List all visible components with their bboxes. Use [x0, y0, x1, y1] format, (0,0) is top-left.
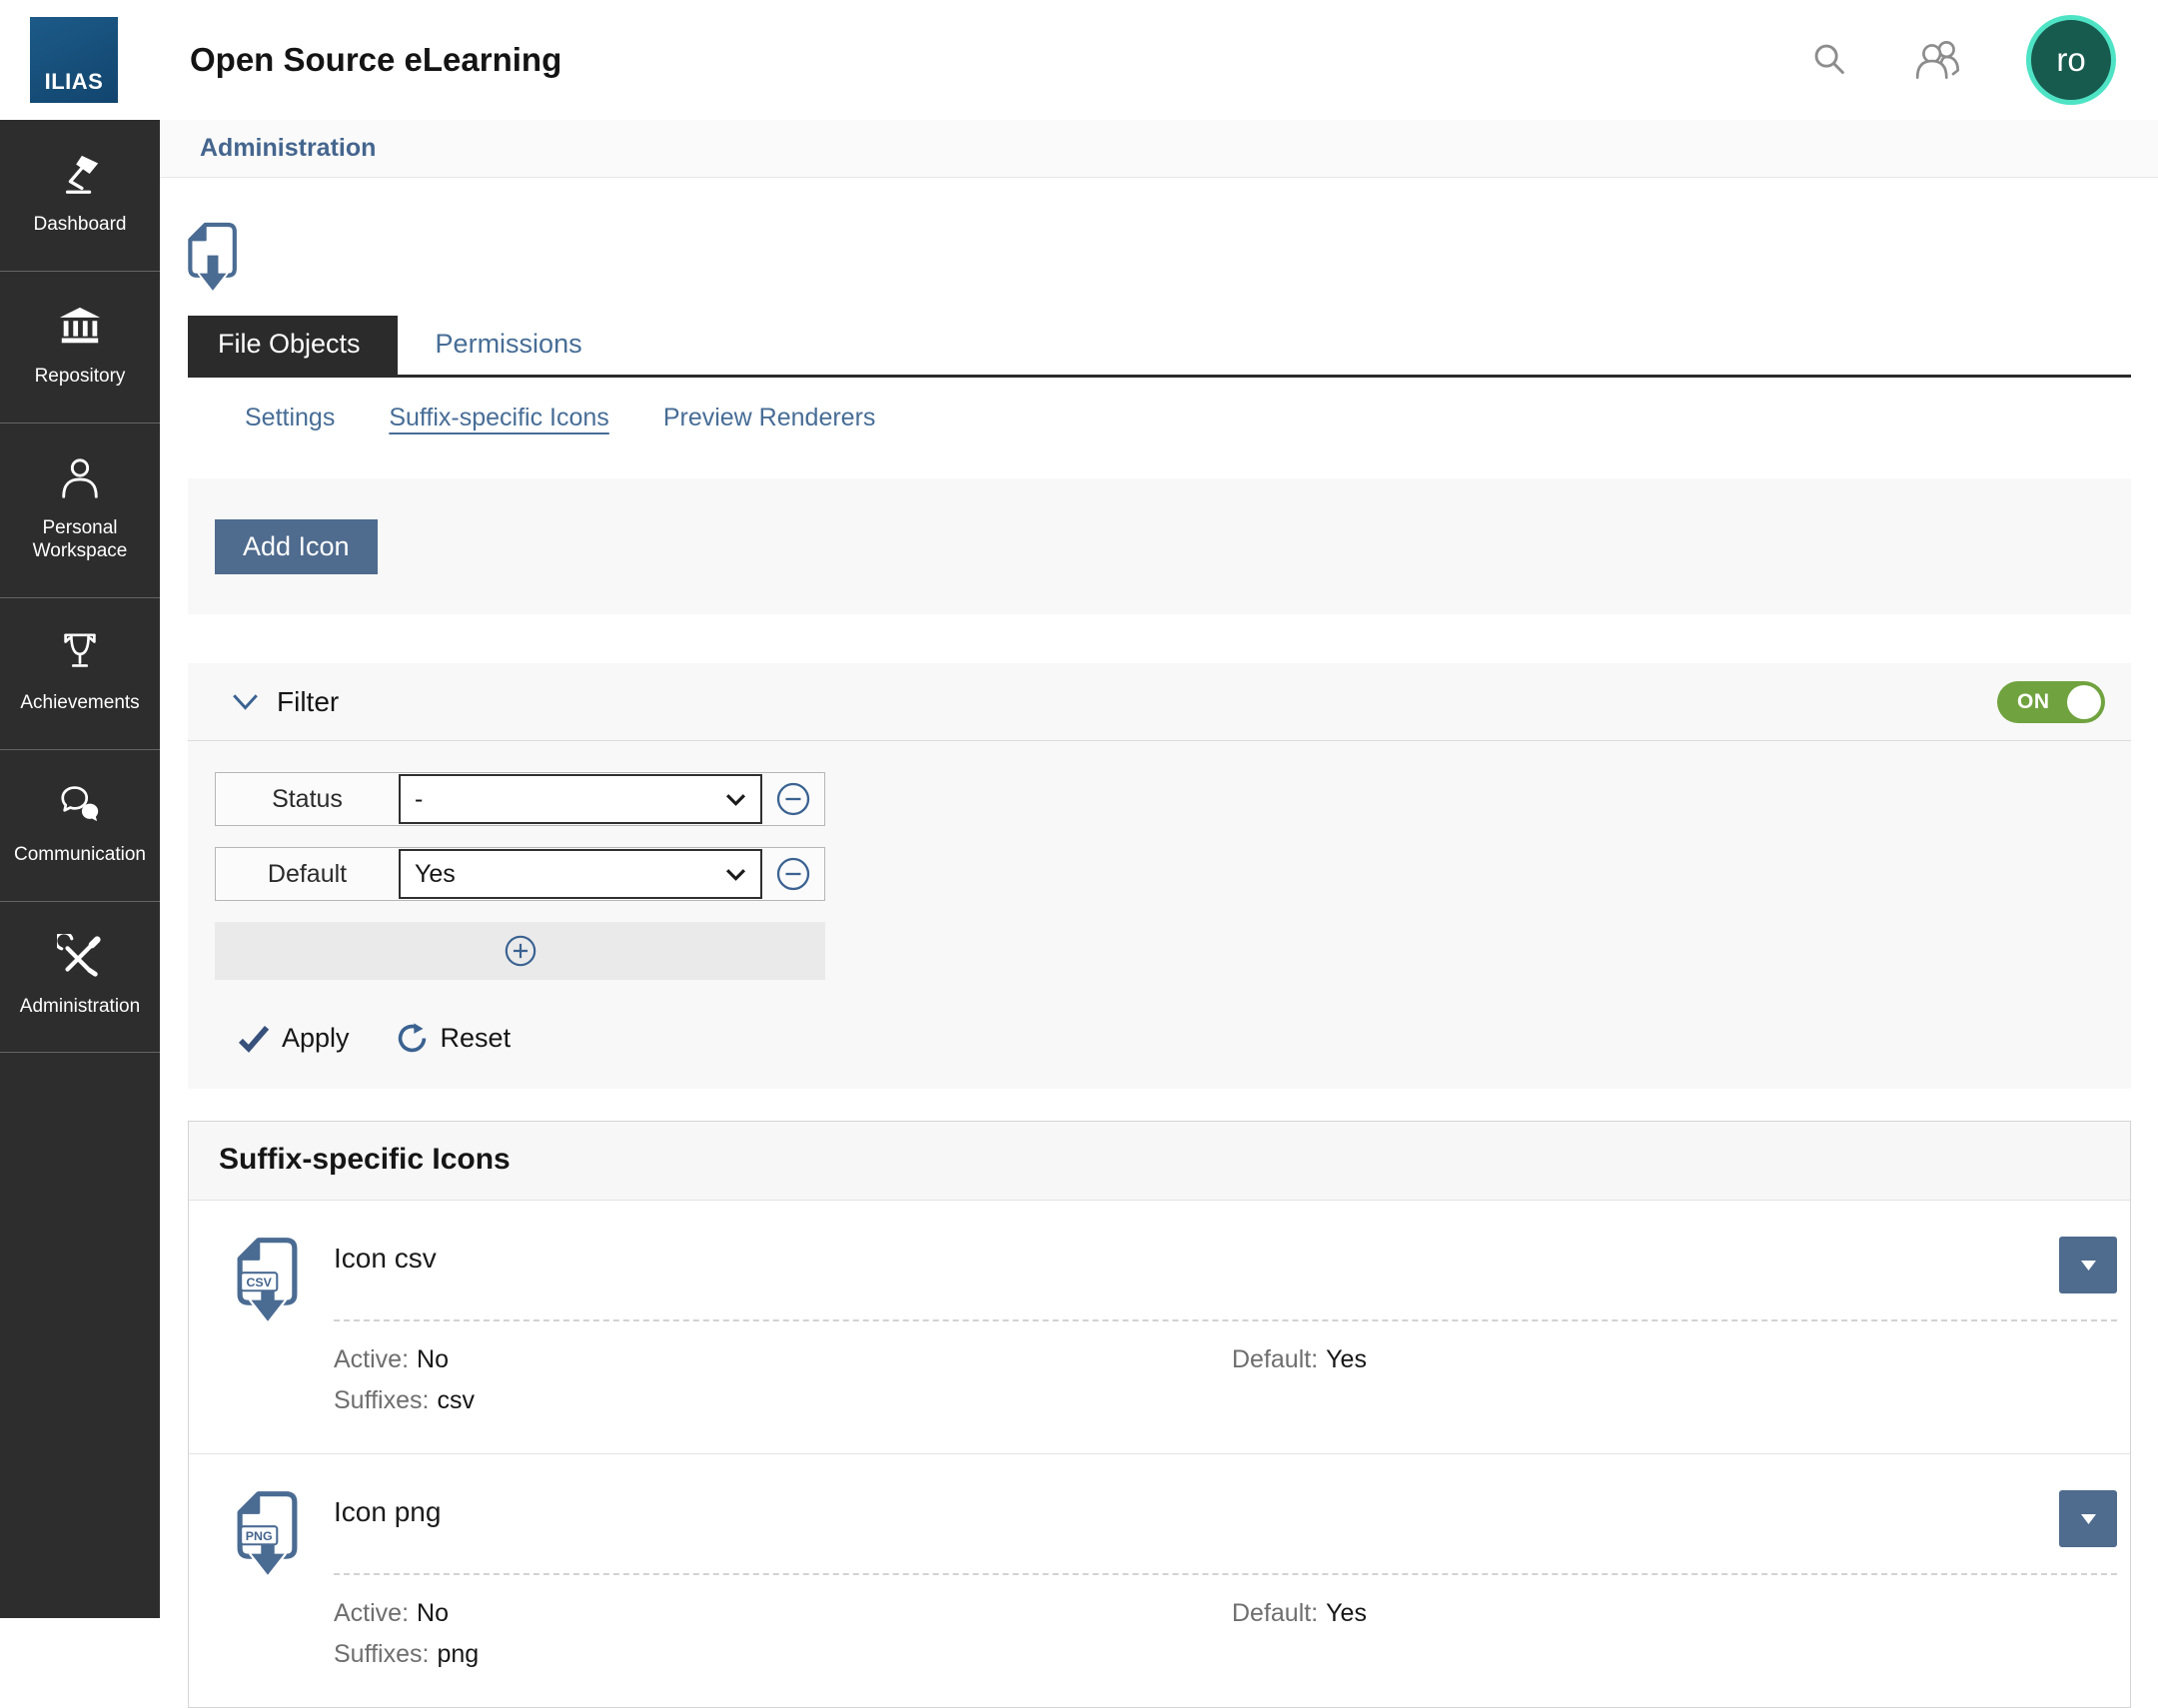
filter-label-status: Status: [216, 773, 399, 825]
tools-icon: [57, 934, 103, 980]
filter-toggle[interactable]: ON: [1997, 681, 2105, 723]
item-main: Icon csv Active:No Default:: [334, 1237, 2130, 1453]
top-header: ILIAS Open Source eLearning ro: [0, 0, 2158, 120]
who-is-online-icon[interactable]: [1912, 37, 1966, 83]
apply-button[interactable]: Apply: [238, 1023, 350, 1054]
filter-row-status: Status -: [215, 772, 825, 826]
sidebar-item-label: Personal Workspace: [6, 516, 154, 564]
sidebar-item-administration[interactable]: Administration: [0, 902, 160, 1054]
csv-file-icon: CSV: [236, 1237, 300, 1453]
check-icon: [238, 1025, 270, 1053]
trophy-icon: [57, 630, 103, 676]
sidebar-item-label: Achievements: [20, 691, 139, 715]
sidebar-item-repository[interactable]: Repository: [0, 272, 160, 424]
sidebar-item-label: Communication: [14, 843, 146, 867]
subtab-settings[interactable]: Settings: [245, 404, 335, 432]
reset-button[interactable]: Reset: [396, 1022, 512, 1055]
svg-text:PNG: PNG: [246, 1529, 273, 1543]
search-icon[interactable]: [1806, 37, 1852, 83]
filter-section: Filter ON Status -: [188, 663, 2131, 1089]
caret-down-icon: [2081, 1261, 2096, 1271]
default-select[interactable]: Yes: [399, 849, 762, 899]
property-active: Active:No: [334, 1599, 1232, 1628]
chevron-down-icon: [232, 693, 259, 711]
breadcrumb-link-administration[interactable]: Administration: [200, 134, 376, 163]
list-item-icon-csv: CSV Icon csv Ac: [189, 1201, 2130, 1453]
filter-label-default: Default: [216, 848, 399, 900]
svg-text:CSV: CSV: [246, 1276, 272, 1289]
png-file-icon: PNG: [236, 1490, 300, 1707]
header-actions: ro: [1806, 15, 2116, 105]
remove-default-filter-button[interactable]: [762, 848, 824, 900]
sidebar-item-dashboard[interactable]: Dashboard: [0, 120, 160, 272]
item-main: Icon png Active:No Default:: [334, 1490, 2130, 1707]
tab-permissions[interactable]: Permissions: [398, 316, 620, 375]
filter-body: Status - Default Yes: [188, 741, 2131, 1055]
divider: [334, 1573, 2117, 1575]
sidebar-item-communication[interactable]: Communication: [0, 750, 160, 902]
sidebar-item-label: Dashboard: [34, 213, 127, 237]
select-chevron-icon: [725, 793, 746, 806]
list-item-icon-png: PNG Icon png Ac: [189, 1453, 2130, 1707]
filter-actions: Apply Reset: [215, 1022, 2131, 1055]
divider: [334, 1319, 2117, 1321]
tab-file-objects[interactable]: File Objects: [188, 316, 398, 375]
chat-bubbles-icon: [57, 782, 103, 828]
status-select-value: -: [415, 785, 423, 814]
property-suffixes: Suffixes:png: [334, 1640, 1232, 1669]
filter-row-default: Default Yes: [215, 847, 825, 901]
item-properties: Active:No Default:Yes Suffixes:png: [334, 1599, 2130, 1669]
lamp-icon: [57, 152, 103, 198]
property-default: Default:Yes: [1232, 1599, 2130, 1628]
main-content: File Objects Permissions Settings Suffix…: [160, 222, 2158, 1708]
select-chevron-icon: [725, 868, 746, 881]
suffix-icons-panel: Suffix-specific Icons CSV Icon csv: [188, 1121, 2131, 1708]
file-object-icon: [187, 222, 2158, 296]
item-properties: Active:No Default:Yes Suffixes:csv: [334, 1345, 2130, 1415]
plus-circle-icon: [504, 934, 538, 968]
toolbar: Add Icon: [188, 478, 2131, 614]
sidebar-item-label: Administration: [20, 995, 140, 1019]
ilias-logo[interactable]: ILIAS: [30, 17, 118, 103]
item-actions-dropdown-button[interactable]: [2059, 1237, 2117, 1293]
sidebar-item-achievements[interactable]: Achievements: [0, 598, 160, 750]
item-title: Icon png: [334, 1490, 2059, 1528]
page-title: Open Source eLearning: [190, 41, 561, 79]
apply-label: Apply: [282, 1023, 350, 1054]
filter-title: Filter: [277, 686, 339, 718]
remove-status-filter-button[interactable]: [762, 773, 824, 825]
filter-header[interactable]: Filter ON: [188, 663, 2131, 741]
subtab-bar: Settings Suffix-specific Icons Preview R…: [188, 404, 2131, 432]
panel-header: Suffix-specific Icons: [189, 1122, 2130, 1201]
add-filter-button[interactable]: [215, 922, 825, 980]
property-suffixes: Suffixes:csv: [334, 1386, 1232, 1415]
bank-icon: [57, 304, 103, 350]
default-select-value: Yes: [415, 860, 456, 889]
avatar-initials: ro: [2056, 41, 2085, 79]
toggle-on-label: ON: [2017, 690, 2050, 714]
sidebar-item-personal-workspace[interactable]: Personal Workspace: [0, 424, 160, 599]
subtab-preview-renderers[interactable]: Preview Renderers: [663, 404, 876, 432]
tab-bar: File Objects Permissions: [188, 316, 2131, 378]
caret-down-icon: [2081, 1514, 2096, 1524]
add-icon-button[interactable]: Add Icon: [215, 519, 378, 574]
property-default: Default:Yes: [1232, 1345, 2130, 1374]
property-active: Active:No: [334, 1345, 1232, 1374]
main-sidebar: Dashboard Repository Personal Workspace: [0, 120, 160, 1618]
item-actions-dropdown-button[interactable]: [2059, 1490, 2117, 1547]
toggle-knob: [2067, 685, 2101, 719]
breadcrumb: Administration: [160, 120, 2158, 178]
logo-text: ILIAS: [45, 69, 104, 103]
item-title: Icon csv: [334, 1237, 2059, 1275]
subtab-suffix-specific-icons[interactable]: Suffix-specific Icons: [389, 404, 608, 432]
panel-title: Suffix-specific Icons: [219, 1143, 511, 1176]
sidebar-item-label: Repository: [35, 365, 126, 389]
status-select[interactable]: -: [399, 774, 762, 824]
reset-icon: [396, 1022, 429, 1055]
person-icon: [57, 455, 103, 501]
reset-label: Reset: [441, 1023, 512, 1054]
user-avatar[interactable]: ro: [2026, 15, 2116, 105]
